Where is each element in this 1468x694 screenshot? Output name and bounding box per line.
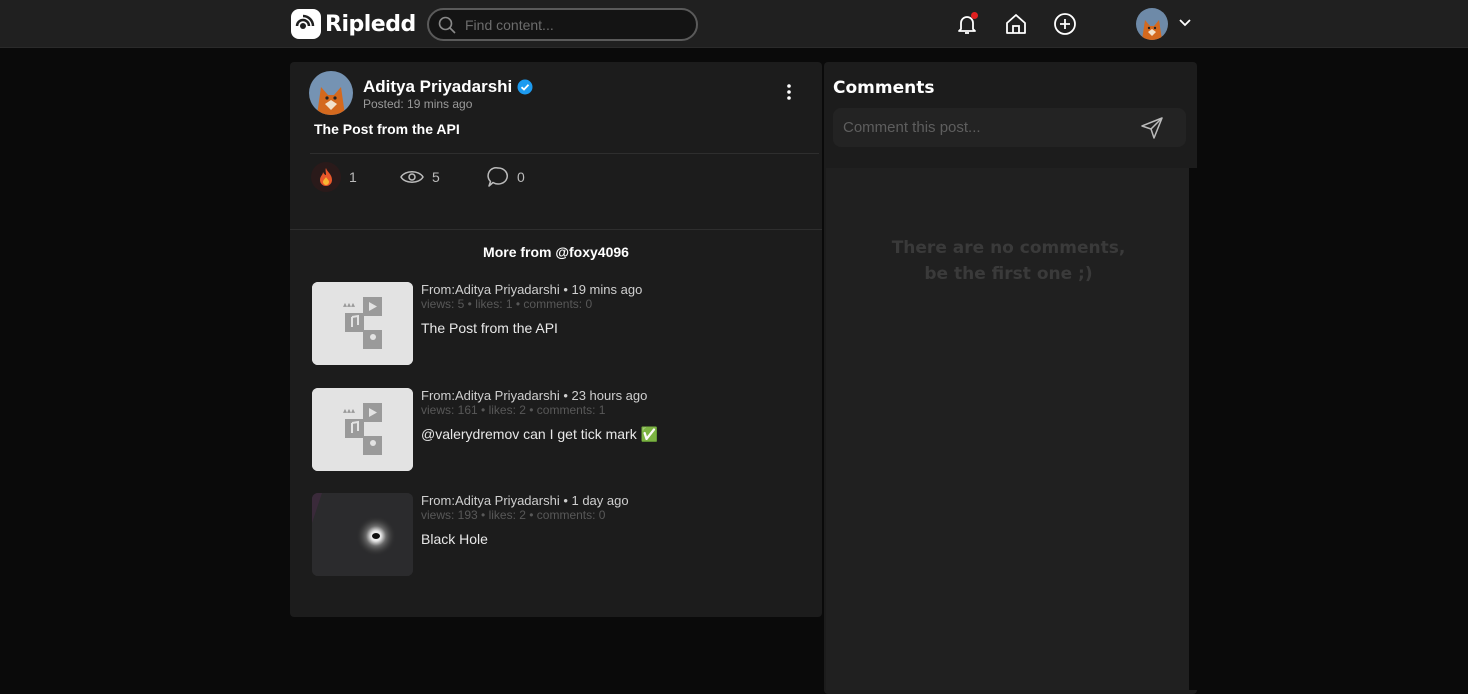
author-avatar[interactable] xyxy=(309,71,353,115)
feed-item-title[interactable]: Black Hole xyxy=(421,531,488,547)
black-hole-thumbnail xyxy=(312,493,413,576)
author-name-row: Aditya Priyadarshi xyxy=(363,77,533,97)
comments-stat[interactable]: 0 xyxy=(487,162,525,192)
more-options-icon[interactable] xyxy=(786,82,792,102)
posted-time: Posted: 19 mins ago xyxy=(363,97,473,111)
ripledd-logo[interactable]: Ripledd xyxy=(291,9,416,39)
like-count: 1 xyxy=(349,169,357,185)
media-placeholder-thumbnail: ▴▴▴ xyxy=(312,282,413,365)
media-placeholder-thumbnail: ▴▴▴ xyxy=(312,388,413,471)
svg-text:▴▴▴: ▴▴▴ xyxy=(343,300,355,309)
top-navigation-bar: Ripledd xyxy=(0,0,1468,48)
search-icon xyxy=(438,16,456,34)
chevron-down-icon[interactable] xyxy=(1178,16,1192,30)
verified-badge-icon xyxy=(517,79,533,95)
svg-text:▴▴▴: ▴▴▴ xyxy=(343,406,355,415)
feed-item-meta: From:Aditya Priyadarshi • 23 hours ago xyxy=(421,388,648,403)
ripple-icon xyxy=(291,9,321,39)
comment-bubble-icon xyxy=(487,167,508,187)
brand-name: Ripledd xyxy=(325,11,416,37)
feed-item-stats: views: 193 • likes: 2 • comments: 0 xyxy=(421,508,606,522)
author-name[interactable]: Aditya Priyadarshi xyxy=(363,77,512,97)
empty-comments-line: be the first one ;) xyxy=(924,264,1093,284)
views-stat: 5 xyxy=(400,162,440,192)
send-icon[interactable] xyxy=(1140,116,1164,140)
feed-item-stats: views: 5 • likes: 1 • comments: 0 xyxy=(421,297,593,311)
feed-item-title[interactable]: @valerydremov can I get tick mark ✅ xyxy=(421,426,658,443)
search-bar xyxy=(427,8,698,41)
notifications-button[interactable] xyxy=(954,11,980,37)
more-from-heading: More from @foxy4096 xyxy=(483,244,629,260)
empty-comments-line: There are no comments, xyxy=(891,238,1126,258)
feed-item-meta: From:Aditya Priyadarshi • 19 mins ago xyxy=(421,282,643,297)
fire-icon xyxy=(311,162,341,192)
notification-dot xyxy=(971,12,978,19)
divider xyxy=(290,229,822,230)
list-item[interactable]: ▴▴▴ From:Aditya Priyadarshi • 23 hours a… xyxy=(312,388,812,472)
search-input[interactable] xyxy=(465,16,665,33)
plus-circle-icon xyxy=(1054,13,1076,35)
comment-count: 0 xyxy=(517,169,525,185)
feed-item-title[interactable]: The Post from the API xyxy=(421,320,558,336)
home-button[interactable] xyxy=(1003,11,1029,37)
user-avatar[interactable] xyxy=(1136,8,1168,40)
comments-panel: Comments There are no comments, be the f… xyxy=(824,62,1197,694)
comments-title: Comments xyxy=(833,78,935,98)
comment-input[interactable] xyxy=(843,119,1123,136)
post-title: The Post from the API xyxy=(314,121,460,137)
post-card: Aditya Priyadarshi Posted: 19 mins ago T… xyxy=(290,62,822,617)
comment-input-box xyxy=(833,108,1186,147)
view-count: 5 xyxy=(432,169,440,185)
create-post-button[interactable] xyxy=(1052,11,1078,37)
eye-icon xyxy=(400,171,424,183)
like-button[interactable]: 1 xyxy=(311,162,357,192)
feed-item-meta: From:Aditya Priyadarshi • 1 day ago xyxy=(421,493,629,508)
list-item[interactable]: ▴▴▴ From:Aditya Priyadarshi • 19 mins ag… xyxy=(312,282,812,366)
list-item[interactable]: From:Aditya Priyadarshi • 1 day ago view… xyxy=(312,493,812,577)
feed-item-stats: views: 161 • likes: 2 • comments: 1 xyxy=(421,403,606,417)
empty-comments-message: There are no comments, be the first one … xyxy=(824,235,1193,287)
home-icon xyxy=(1006,14,1026,34)
divider xyxy=(310,153,819,154)
